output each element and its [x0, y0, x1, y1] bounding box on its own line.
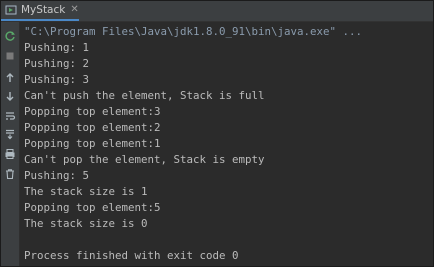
console-line: The stack size is 0	[24, 217, 148, 230]
console-line: Pushing: 3	[24, 73, 90, 86]
stop-icon[interactable]	[4, 50, 16, 62]
run-app-icon	[5, 5, 17, 15]
console-line: Popping top element:5	[24, 201, 161, 214]
console-line: Popping top element:3	[24, 105, 161, 118]
console-output[interactable]: "C:\Program Files\Java\jdk1.8.0_91\bin\j…	[20, 22, 433, 266]
console-line: Popping top element:2	[24, 121, 161, 134]
down-arrow-icon[interactable]	[4, 90, 16, 102]
console-line: Popping top element:1	[24, 137, 161, 150]
console-line: Can't pop the element, Stack is empty	[24, 153, 265, 166]
console-line: Pushing: 1	[24, 41, 90, 54]
tab-label: MyStack	[21, 4, 66, 16]
tab-mystack[interactable]: MyStack ✕	[1, 1, 79, 21]
rerun-icon[interactable]	[4, 30, 16, 42]
console-line: Can't push the element, Stack is full	[24, 89, 265, 102]
run-tool-window: MyStack ✕ "C:\Program Files\Java\jdk1.8.…	[0, 0, 434, 267]
run-tab-bar: MyStack ✕	[1, 1, 433, 22]
console-line: Pushing: 5	[24, 169, 90, 182]
close-icon[interactable]: ✕	[70, 5, 78, 15]
console-toolbar	[1, 22, 20, 266]
soft-wrap-icon[interactable]	[4, 110, 16, 122]
console-line: Pushing: 2	[24, 57, 90, 70]
console-exit-line: Process finished with exit code 0	[24, 249, 239, 262]
up-arrow-icon[interactable]	[4, 72, 16, 84]
print-icon[interactable]	[4, 148, 16, 160]
console-command-line: "C:\Program Files\Java\jdk1.8.0_91\bin\j…	[24, 25, 363, 38]
scroll-to-end-icon[interactable]	[4, 128, 16, 140]
console-line: The stack size is 1	[24, 185, 148, 198]
delete-icon[interactable]	[4, 168, 16, 180]
